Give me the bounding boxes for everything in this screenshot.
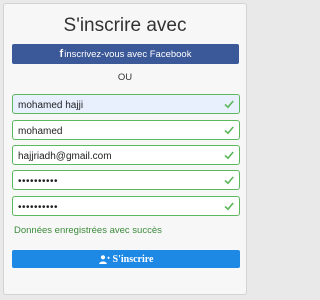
full-name-input[interactable] — [13, 96, 218, 115]
check-icon — [224, 126, 234, 135]
form-title: S'inscrire avec — [63, 15, 187, 36]
or-separator: OU — [117, 72, 133, 83]
email-input[interactable] — [13, 147, 218, 166]
email-field[interactable] — [12, 145, 240, 166]
username-input[interactable] — [13, 122, 218, 141]
check-icon — [224, 202, 234, 211]
confirm-password-input[interactable] — [13, 198, 218, 217]
user-plus-icon — [98, 254, 110, 264]
signup-card: S'inscrire avec f inscrivez-vous avec Fa… — [3, 3, 247, 295]
facebook-signup-button[interactable]: f inscrivez-vous avec Facebook — [12, 44, 239, 64]
password-input[interactable] — [13, 172, 218, 191]
check-icon — [224, 151, 234, 160]
check-icon — [224, 176, 234, 185]
username-field[interactable] — [12, 120, 240, 141]
password-field[interactable] — [12, 170, 240, 191]
submit-label: S'inscrire — [112, 253, 154, 265]
facebook-button-label: inscrivez-vous avec Facebook — [64, 48, 192, 60]
signup-submit-button[interactable]: S'inscrire — [12, 250, 240, 268]
facebook-f-icon: f — [59, 48, 64, 60]
success-message: Données enregistrées avec succès — [14, 225, 162, 236]
confirm-password-field[interactable] — [12, 196, 240, 217]
check-icon — [224, 100, 234, 109]
full-name-field[interactable] — [12, 94, 240, 115]
